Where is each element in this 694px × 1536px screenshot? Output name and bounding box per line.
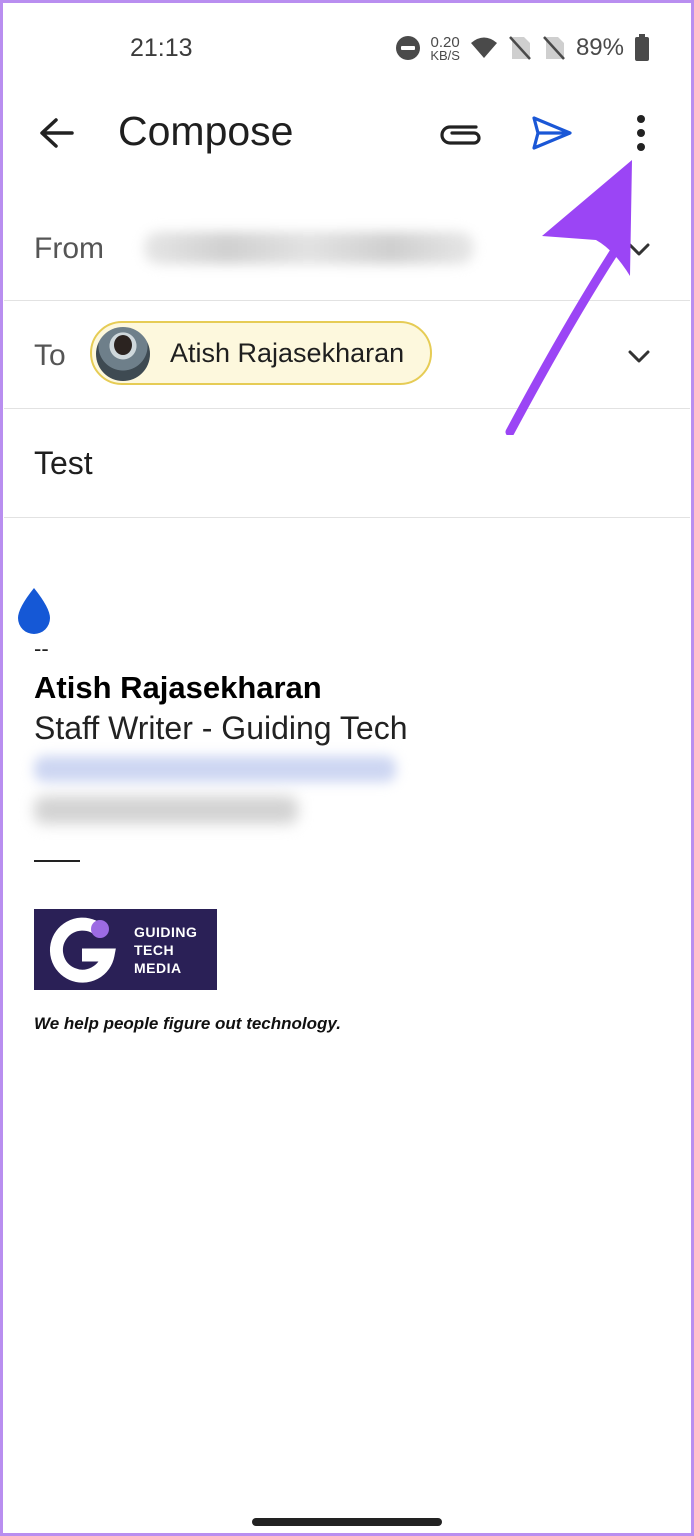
g-logo-icon [49, 917, 116, 983]
signature-separator: -- [34, 636, 49, 661]
network-speed: 0.20 KB/S [430, 35, 460, 63]
signature-rule [34, 860, 80, 862]
signature-name: Atish Rajasekharan [34, 670, 322, 705]
logo-text-line: TECH [134, 942, 175, 958]
to-label: To [34, 339, 66, 372]
cursor-handle-icon[interactable] [12, 586, 56, 638]
recipient-chip[interactable]: Atish Rajasekharan [90, 321, 432, 385]
annotation-arrow-icon [505, 160, 632, 435]
recipient-name: Atish Rajasekharan [170, 338, 405, 368]
page-title: Compose [118, 108, 294, 154]
status-icons: 0.20 KB/S 89% [396, 34, 650, 62]
attachment-icon[interactable] [436, 110, 486, 156]
wifi-icon [470, 37, 497, 58]
back-arrow-icon[interactable] [34, 110, 80, 156]
logo-text: GUIDING TECH MEDIA [134, 923, 197, 977]
signature-phone-redacted [34, 796, 298, 824]
battery-icon [635, 34, 649, 61]
subject-field[interactable]: Test [34, 445, 93, 482]
logo-text-line: GUIDING [134, 924, 198, 940]
signature-tagline: We help people figure out technology. [34, 1014, 341, 1033]
logo-text-line: MEDIA [134, 960, 182, 976]
signature-role: Staff Writer - Guiding Tech [34, 710, 408, 746]
signature-email-redacted [34, 756, 396, 782]
do-not-disturb-icon [396, 36, 421, 60]
status-time: 21:13 [130, 34, 193, 62]
battery-percent: 89% [575, 34, 624, 61]
guiding-tech-logo: GUIDING TECH MEDIA [34, 909, 217, 990]
from-label: From [34, 232, 104, 265]
home-indicator[interactable] [252, 1518, 442, 1526]
from-email-redacted [144, 232, 474, 264]
avatar [96, 327, 150, 381]
no-sim-icon [543, 36, 565, 60]
no-sim-icon [509, 36, 531, 60]
network-speed-unit: KB/S [430, 48, 460, 63]
status-bar: 21:13 0.20 KB/S 89% [0, 0, 694, 96]
